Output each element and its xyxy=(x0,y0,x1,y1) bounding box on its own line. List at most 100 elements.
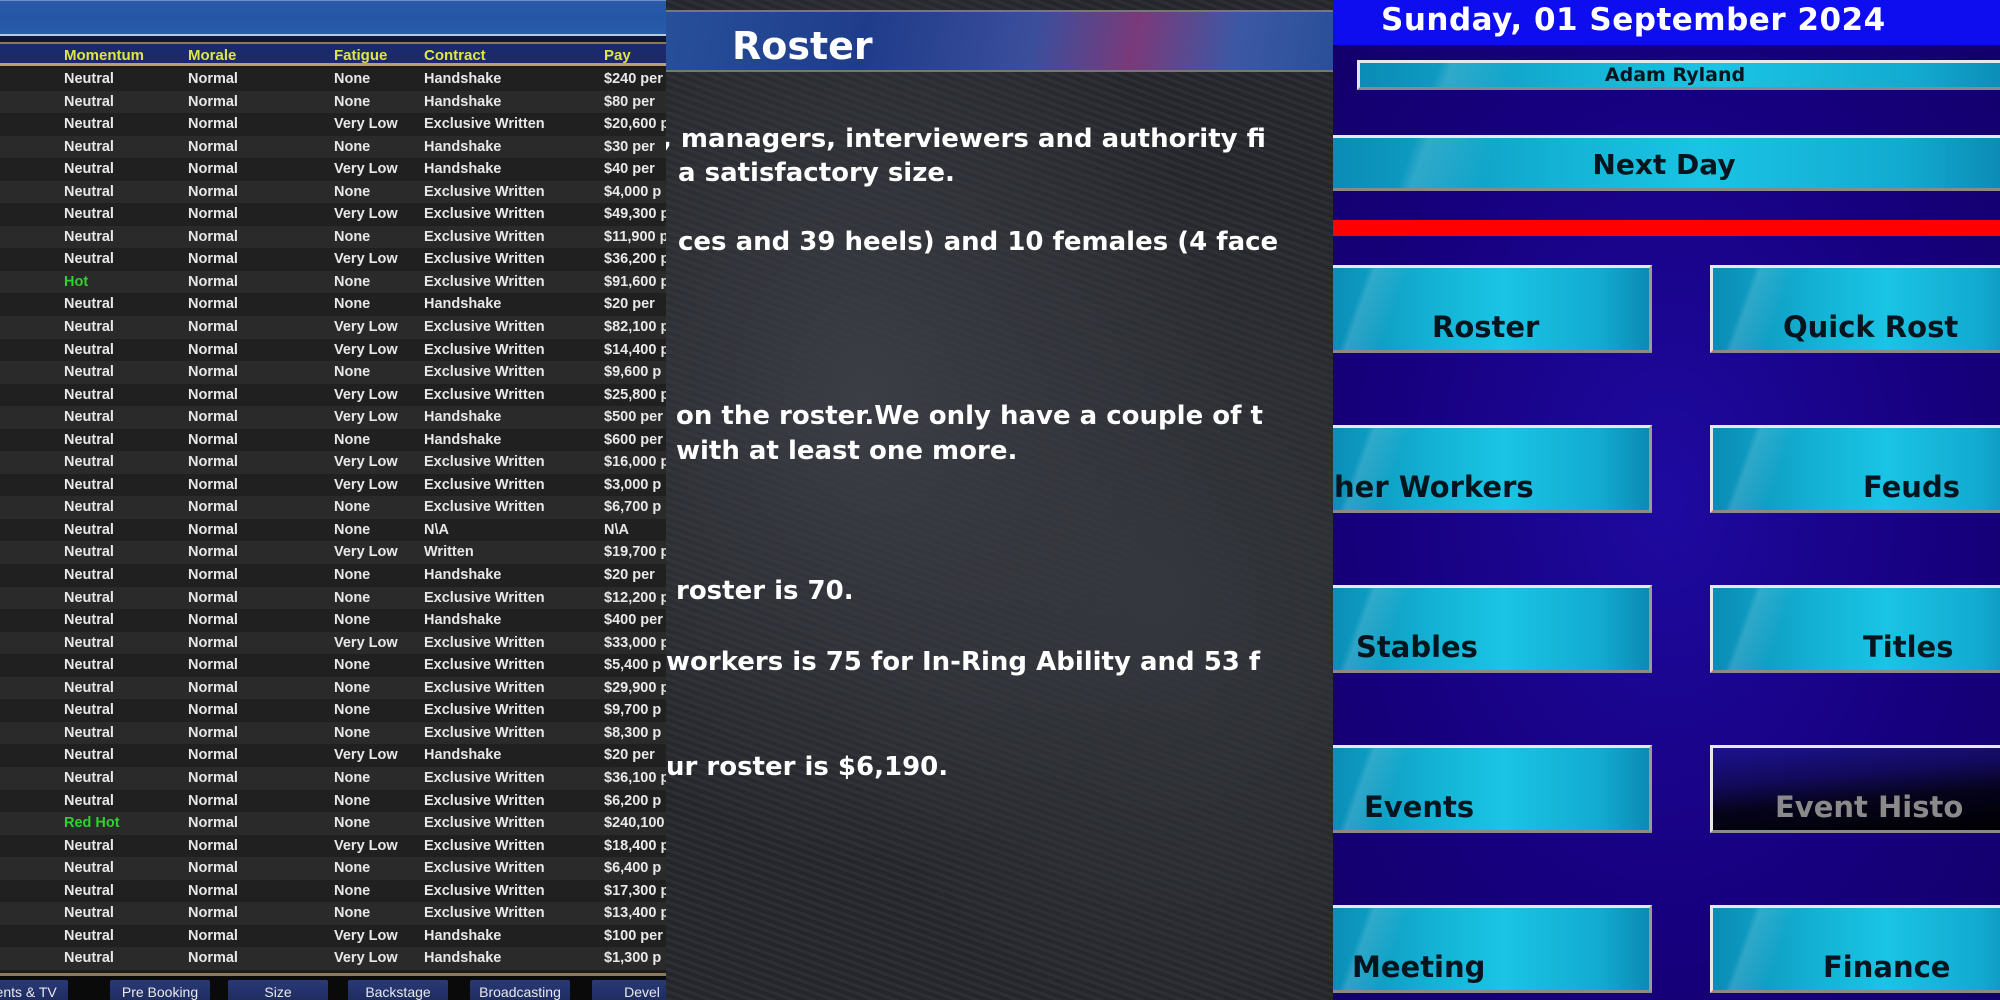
table-row[interactable]: Neutral Normal None N\A N\A xyxy=(0,518,666,542)
table-row[interactable]: Neutral Normal None Handshake $30 per xyxy=(0,135,666,159)
table-row[interactable]: Neutral Normal Very Low Handshake $40 per xyxy=(0,158,666,181)
tab-events-tv[interactable]: Events & TV xyxy=(0,980,68,1000)
cell-momentum: Neutral xyxy=(64,409,114,426)
menu-button-events[interactable]: Events xyxy=(1333,745,1652,833)
cell-momentum: Neutral xyxy=(64,251,114,268)
cell-momentum: Neutral xyxy=(64,724,114,741)
cell-contract: Exclusive Written xyxy=(424,454,545,471)
table-row[interactable]: Neutral Normal None Exclusive Written $9,600… xyxy=(0,361,666,384)
menu-button-finance[interactable]: Finance xyxy=(1710,905,2000,993)
column-header-contract[interactable]: Contract xyxy=(424,47,486,64)
cell-fatigue: None xyxy=(334,882,371,899)
table-row[interactable]: Neutral Normal None Exclusive Written $9,700… xyxy=(0,699,666,722)
table-row[interactable]: Neutral Normal None Exclusive Written $5,400… xyxy=(0,654,666,677)
cell-pay: $20 per xyxy=(604,296,655,313)
table-row[interactable]: Neutral Normal None Exclusive Written $6,200… xyxy=(0,789,666,813)
table-row[interactable]: Neutral Normal Very Low Exclusive Written $4… xyxy=(0,203,666,226)
cell-fatigue: None xyxy=(334,612,371,629)
cell-fatigue: None xyxy=(334,815,371,832)
table-row[interactable]: Neutral Normal Very Low Handshake $1,300 p xyxy=(0,947,666,970)
tab-broadcasting[interactable]: Broadcasting xyxy=(470,980,570,1000)
cell-morale: Normal xyxy=(188,521,238,538)
menu-button-label: Stables xyxy=(1356,630,1478,664)
cell-momentum: Neutral xyxy=(64,386,114,403)
table-row[interactable]: Neutral Normal Very Low Written $19,700 p xyxy=(0,541,666,565)
table-row[interactable]: Neutral Normal None Exclusive Written $29,90… xyxy=(0,676,666,700)
menu-button-stables[interactable]: Stables xyxy=(1333,585,1652,673)
cell-pay: $91,600 p xyxy=(604,273,666,290)
table-row[interactable]: Neutral Normal None Exclusive Written $4,000… xyxy=(0,180,666,204)
table-row[interactable]: Neutral Normal Very Low Exclusive Written $3… xyxy=(0,631,666,655)
table-row[interactable]: Neutral Normal None Handshake $600 per xyxy=(0,428,666,452)
table-row[interactable]: Neutral Normal None Exclusive Written $6,700… xyxy=(0,496,666,519)
table-row[interactable]: Neutral Normal Very Low Handshake $100 per xyxy=(0,924,666,948)
menu-button-roster[interactable]: Roster xyxy=(1333,265,1652,353)
column-header-fatigue[interactable]: Fatigue xyxy=(334,47,387,64)
table-row[interactable]: Neutral Normal Very Low Exclusive Written $1… xyxy=(0,834,666,858)
table-row[interactable]: Neutral Normal None Handshake $20 per xyxy=(0,564,666,587)
table-row[interactable]: Neutral Normal None Exclusive Written $13,40… xyxy=(0,902,666,925)
table-row[interactable]: Neutral Normal None Exclusive Written $12,20… xyxy=(0,586,666,610)
table-row[interactable]: Neutral Normal None Exclusive Written $6,400… xyxy=(0,857,666,880)
menu-button-feuds[interactable]: Feuds xyxy=(1710,425,2000,513)
tab-backstage[interactable]: Backstage xyxy=(348,980,448,1000)
cell-contract: Exclusive Written xyxy=(424,228,545,245)
cell-pay: $6,700 p xyxy=(604,499,662,516)
cell-morale: Normal xyxy=(188,71,238,87)
cell-momentum: Neutral xyxy=(64,228,114,245)
table-row[interactable]: Neutral Normal None Exclusive Written $17,30… xyxy=(0,879,666,903)
menu-button-quick-roster[interactable]: Quick Rost xyxy=(1710,265,2000,353)
table-row[interactable]: Neutral Normal Very Low Handshake $20 per xyxy=(0,744,666,767)
menu-button-other-workers[interactable]: her Workers xyxy=(1333,425,1652,513)
tab-pre-booking[interactable]: Pre Booking xyxy=(110,980,210,1000)
cell-pay: $100 per xyxy=(604,927,663,944)
cell-momentum: Neutral xyxy=(64,138,114,155)
table-row[interactable]: Hot Normal None Exclusive Written $91,600 p xyxy=(0,270,666,294)
cell-fatigue: None xyxy=(334,769,371,786)
cell-morale: Normal xyxy=(188,116,238,133)
cell-contract: Exclusive Written xyxy=(424,724,545,741)
table-row[interactable]: Neutral Normal None Handshake $80 per xyxy=(0,90,666,114)
table-row[interactable]: Neutral Normal None Exclusive Written $11,90… xyxy=(0,225,666,249)
table-row[interactable]: Neutral Normal None Handshake $400 per xyxy=(0,609,666,632)
cell-contract: Handshake xyxy=(424,71,502,87)
column-header-morale[interactable]: Morale xyxy=(188,47,236,64)
cell-morale: Normal xyxy=(188,138,238,155)
cell-momentum: Neutral xyxy=(64,702,114,719)
column-header-momentum[interactable]: Momentum xyxy=(64,47,144,64)
cell-pay: $5,400 p xyxy=(604,657,662,674)
cell-pay: $30 per xyxy=(604,138,655,155)
cell-contract: Handshake xyxy=(424,747,502,764)
table-row[interactable]: Red Hot Normal None Exclusive Written $240,1… xyxy=(0,812,666,835)
table-row[interactable]: Neutral Normal Very Low Exclusive Written $3… xyxy=(0,248,666,271)
cell-contract: Exclusive Written xyxy=(424,837,545,854)
table-row[interactable]: Neutral Normal None Handshake $240 per xyxy=(0,68,666,91)
table-row[interactable]: Neutral Normal Very Low Handshake $500 per xyxy=(0,406,666,429)
cell-momentum: Neutral xyxy=(64,499,114,516)
menu-button-titles[interactable]: Titles xyxy=(1710,585,2000,673)
column-header-pay[interactable]: Pay xyxy=(604,47,631,64)
table-row[interactable]: Neutral Normal None Exclusive Written $36,10… xyxy=(0,766,666,790)
cell-pay: $3,000 p xyxy=(604,476,662,493)
table-row[interactable]: Neutral Normal Very Low Exclusive Written $8… xyxy=(0,316,666,339)
table-row[interactable]: Neutral Normal Very Low Exclusive Written $1… xyxy=(0,451,666,474)
cell-contract: Exclusive Written xyxy=(424,589,545,606)
table-row[interactable]: Neutral Normal Very Low Exclusive Written $2… xyxy=(0,113,666,136)
cell-morale: Normal xyxy=(188,702,238,719)
menu-button-label: her Workers xyxy=(1334,470,1534,504)
table-row[interactable]: Neutral Normal None Exclusive Written $8,300… xyxy=(0,721,666,745)
table-row[interactable]: Neutral Normal None Handshake $20 per xyxy=(0,293,666,317)
table-row[interactable]: Neutral Normal Very Low Exclusive Written $2… xyxy=(0,383,666,407)
menu-button-meeting[interactable]: Meeting xyxy=(1333,905,1652,993)
table-row[interactable]: Neutral Normal Very Low Exclusive Written $3… xyxy=(0,473,666,497)
table-row[interactable]: Neutral Normal Very Low Exclusive Written $1… xyxy=(0,338,666,362)
tab-devel[interactable]: Devel xyxy=(592,980,666,1000)
cell-contract: Exclusive Written xyxy=(424,364,545,381)
next-day-button[interactable]: Next Day xyxy=(1333,135,2000,191)
tab-size[interactable]: Size xyxy=(228,980,328,1000)
cell-pay: $20,600 p xyxy=(604,116,666,133)
cell-momentum: Neutral xyxy=(64,792,114,809)
cell-fatigue: Very Low xyxy=(334,837,398,854)
cell-pay: $25,800 p xyxy=(604,386,666,403)
menu-button-label: Quick Rost xyxy=(1783,310,1959,344)
